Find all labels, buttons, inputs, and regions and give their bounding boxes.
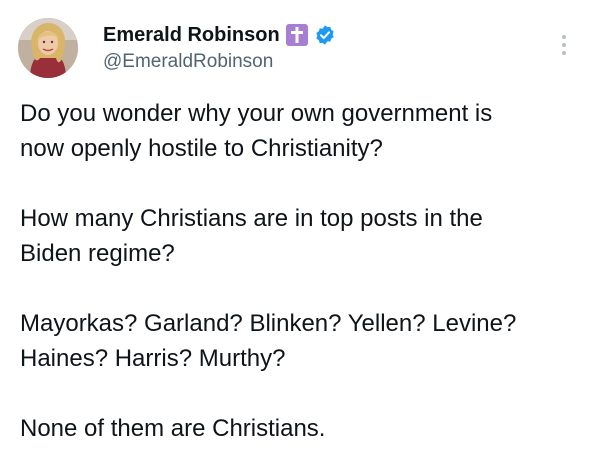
tweet-line: Mayorkas? Garland? Blinken? Yellen? Levi… xyxy=(20,310,517,337)
tweet-text: Do you wonder why your own government is… xyxy=(20,96,590,446)
more-dot xyxy=(562,35,566,39)
tweet-paragraph: Do you wonder why your own government is… xyxy=(20,96,590,166)
author-name-row: Emerald Robinson xyxy=(103,22,336,48)
tweet-paragraph: Mayorkas? Garland? Blinken? Yellen? Levi… xyxy=(20,306,590,376)
author-handle[interactable]: @EmeraldRobinson xyxy=(103,51,273,73)
vertical-ellipsis-icon[interactable] xyxy=(555,28,573,62)
tweet-paragraph: How many Christians are in top posts in … xyxy=(20,201,590,271)
avatar[interactable] xyxy=(18,18,78,78)
display-name[interactable]: Emerald Robinson xyxy=(103,24,280,47)
cross-emoji-icon xyxy=(285,24,308,46)
more-dot xyxy=(562,43,566,47)
profile-photo-icon xyxy=(18,18,78,78)
tweet-line: now openly hostile to Christianity? xyxy=(20,135,383,162)
verified-badge-icon[interactable] xyxy=(314,24,336,46)
tweet-header: Emerald Robinson @EmeraldRobinson xyxy=(0,0,597,96)
tweet-paragraph: None of them are Christians. xyxy=(20,411,590,446)
tweet-line: Biden regime? xyxy=(20,240,175,267)
tweet-line: Haines? Harris? Murthy? xyxy=(20,345,286,372)
tweet-line: Do you wonder why your own government is xyxy=(20,100,493,127)
tweet-line: None of them are Christians. xyxy=(20,415,326,442)
more-dot xyxy=(562,51,566,55)
tweet-line: How many Christians are in top posts in … xyxy=(20,205,483,232)
